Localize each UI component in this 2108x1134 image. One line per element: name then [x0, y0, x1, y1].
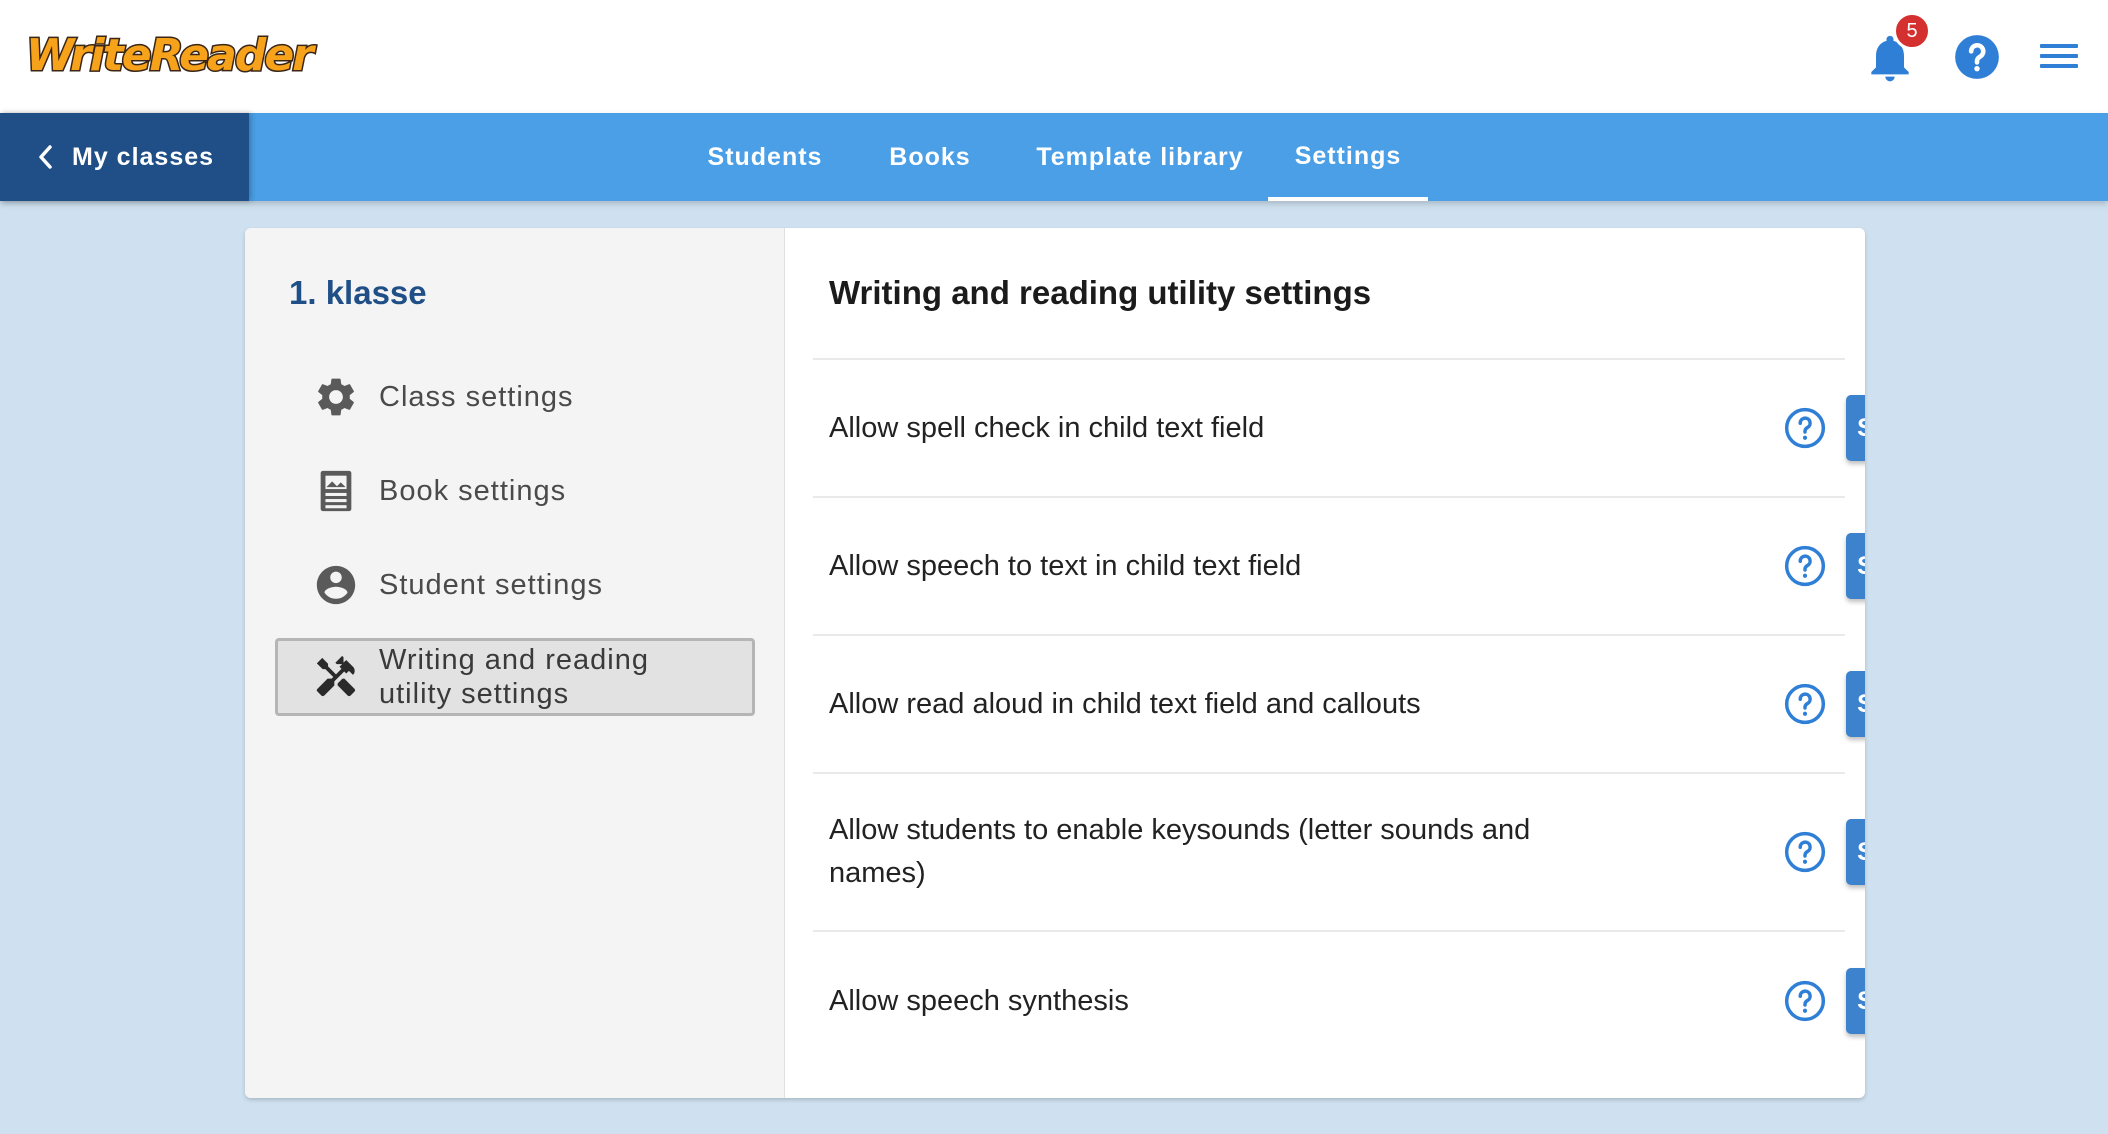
setting-row-spell-check: Allow spell check in child text field Se… [813, 358, 1865, 496]
tab-books[interactable]: Books [870, 113, 990, 201]
my-classes-back-button[interactable]: My classes [0, 113, 249, 201]
sidebar-item-label: Book settings [379, 474, 567, 507]
my-classes-label: My classes [72, 142, 215, 171]
sidebar-item-label: Class settings [379, 380, 574, 413]
select-students-button[interactable]: Select students [1846, 533, 1865, 599]
hamburger-menu-icon [2040, 44, 2078, 68]
setting-label: Allow spell check in child text field [829, 411, 1265, 444]
sidebar-item-book-settings[interactable]: Book settings [275, 452, 755, 530]
select-students-button[interactable]: Select students [1846, 671, 1865, 737]
help-circle-outline-icon[interactable] [1783, 544, 1827, 588]
sidebar-item-label-line1: Writing and reading [379, 644, 649, 676]
setting-label: Allow speech to text in child text field [829, 549, 1302, 582]
settings-list: Allow spell check in child text field Se… [813, 358, 1865, 1070]
help-circle-outline-icon[interactable] [1783, 830, 1827, 874]
select-students-button[interactable]: Select students [1846, 968, 1865, 1034]
book-icon [320, 470, 352, 512]
sidebar-item-label-multiline: Writing and reading utility settings [379, 643, 649, 711]
class-nav-bar: My classes Students Books Template libra… [0, 113, 2108, 201]
tools-icon [316, 655, 356, 697]
sidebar-item-student-settings[interactable]: Student settings [275, 546, 755, 624]
tab-students[interactable]: Students [686, 113, 844, 201]
settings-card: 1. klasse Class settings Book settings S [245, 228, 1865, 1098]
sidebar-item-writing-reading-settings[interactable]: Writing and reading utility settings [275, 638, 755, 716]
setting-label: Allow read aloud in child text field and… [829, 687, 1421, 720]
main-menu-button[interactable] [2036, 36, 2082, 76]
setting-row-speech-synthesis: Allow speech synthesis Select students [813, 930, 1865, 1070]
settings-sidebar: 1. klasse Class settings Book settings S [245, 228, 785, 1098]
notification-count-badge: 5 [1893, 12, 1931, 50]
tab-template-library[interactable]: Template library [1024, 113, 1256, 201]
help-circle-outline-icon[interactable] [1783, 406, 1827, 450]
gear-icon [318, 378, 354, 416]
writereader-logo[interactable]: WriteReader [25, 26, 316, 86]
setting-row-read-aloud: Allow read aloud in child text field and… [813, 634, 1865, 772]
setting-row-keysounds: Allow students to enable keysounds (lett… [813, 772, 1865, 930]
tab-settings[interactable]: Settings [1268, 113, 1428, 201]
chevron-left-icon [39, 145, 52, 169]
class-name-heading: 1. klasse [289, 274, 427, 311]
help-circle-outline-icon[interactable] [1783, 682, 1827, 726]
page-title: Writing and reading utility settings [829, 274, 1372, 311]
select-students-button[interactable]: Select students [1846, 819, 1865, 885]
help-circle-outline-icon[interactable] [1783, 979, 1827, 1023]
setting-label: Allow students to enable keysounds (lett… [829, 814, 1531, 889]
top-header: WriteReader 5 [0, 0, 2108, 113]
logo-text: WriteReader [25, 29, 316, 83]
help-circle-icon [1955, 35, 1999, 79]
sidebar-item-label: Student settings [379, 568, 603, 601]
select-students-button[interactable]: Select students [1846, 395, 1865, 461]
setting-row-speech-to-text: Allow speech to text in child text field… [813, 496, 1865, 634]
help-button[interactable] [1952, 32, 2002, 82]
setting-label: Allow speech synthesis [829, 984, 1129, 1017]
account-circle-icon [316, 565, 356, 605]
sidebar-item-label-line2: utility settings [379, 678, 570, 710]
sidebar-item-class-settings[interactable]: Class settings [275, 358, 755, 436]
